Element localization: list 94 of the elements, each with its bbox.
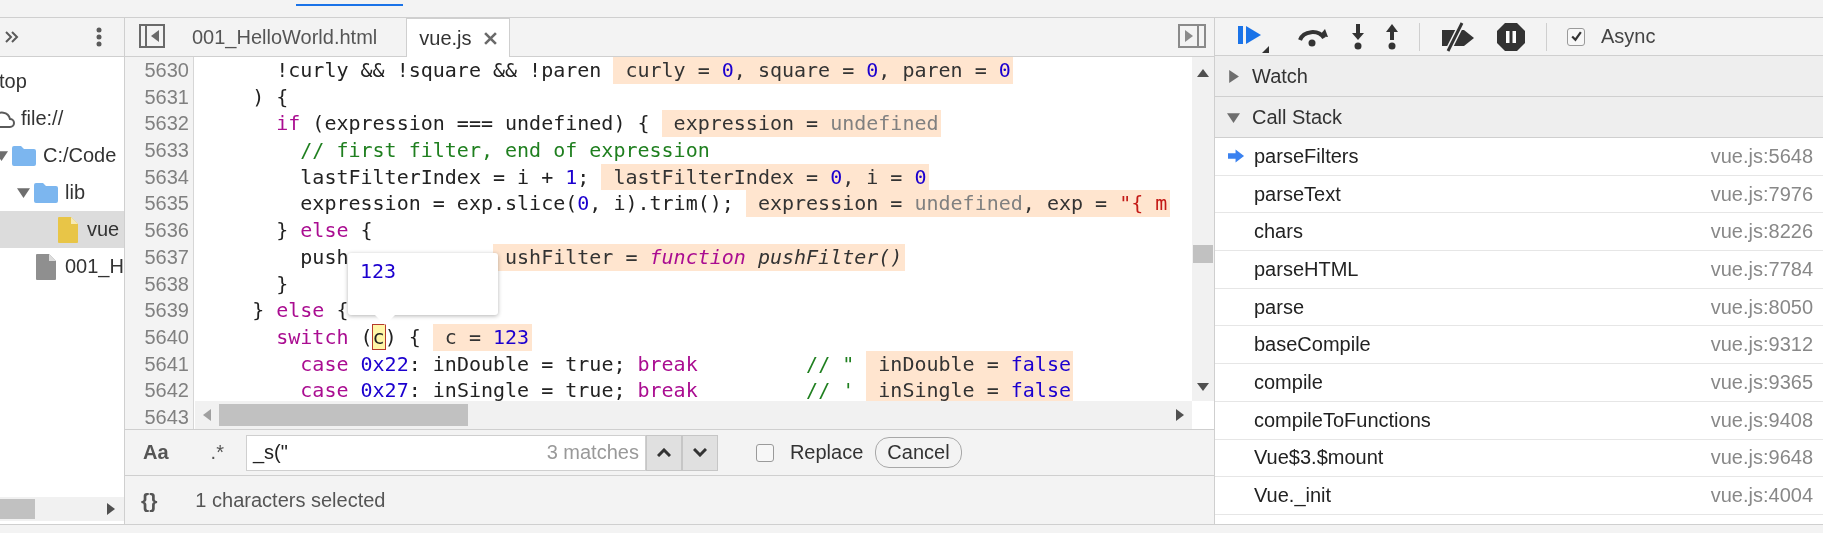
selection-status: 1 characters selected: [195, 489, 386, 512]
code-line: case 0x22: inDouble = true; break // ": [299, 350, 855, 378]
file-tab[interactable]: 001_HelloWorld.html: [179, 18, 391, 56]
file-icon: [57, 215, 79, 244]
async-label: Async: [1601, 25, 1656, 48]
call-frame[interactable]: compileToFunctions vue.js:9408: [1215, 401, 1823, 440]
code-line: !curly && !square && !paren: [275, 57, 602, 84]
file-icon: [35, 252, 57, 281]
line-number: 5630: [143, 58, 190, 83]
pause-exceptions-icon[interactable]: [1496, 21, 1526, 52]
chevrons-icon[interactable]: [4, 30, 20, 44]
call-frame[interactable]: Vue._init vue.js:4004: [1215, 477, 1823, 515]
line-number: 5635: [143, 191, 190, 217]
inline-value: c = 123: [432, 323, 532, 351]
code-line: } else {: [275, 217, 373, 244]
replace-checkbox[interactable]: [755, 443, 774, 462]
code-line: }: [275, 270, 289, 298]
line-number: 5633: [143, 138, 190, 164]
search-field[interactable]: _s(" 3 matches: [245, 434, 646, 471]
line-number: 5642: [143, 378, 190, 404]
deactivate-breakpoints-icon[interactable]: [1440, 20, 1476, 53]
line-number: 5631: [143, 84, 190, 110]
tree-item[interactable]: top: [0, 63, 124, 100]
call-frame[interactable]: parseFilters vue.js:5648: [1215, 138, 1823, 176]
code-line: push: [299, 243, 349, 271]
up-arrow-icon[interactable]: [1197, 69, 1209, 77]
inline-value: ushFilter = function pushFilter(): [493, 243, 905, 271]
line-number: 5634: [143, 164, 190, 190]
tree-item[interactable]: C:/Code: [0, 137, 124, 174]
inline-value: inDouble = false: [866, 350, 1074, 378]
line-number: 5639: [143, 298, 190, 324]
sidebar-toggle-icon[interactable]: [139, 24, 165, 48]
right-arrow-icon[interactable]: [107, 503, 115, 515]
expand-icon[interactable]: [16, 186, 30, 199]
cancel-button[interactable]: Cancel: [875, 437, 962, 468]
code-line: if (expression === undefined) {: [275, 110, 650, 138]
code-line: ) {: [251, 83, 289, 111]
down-triangle-icon: [1227, 110, 1240, 124]
line-number: 5638: [143, 271, 190, 297]
up-caret-icon[interactable]: [656, 448, 671, 457]
folder-icon: [33, 181, 59, 204]
tree-item[interactable]: file://: [0, 100, 124, 137]
tree-item[interactable]: lib: [0, 174, 124, 211]
code-line: switch (c) {: [275, 323, 421, 351]
scrollbar-thumb[interactable]: [1193, 245, 1213, 263]
previous-match-button[interactable]: [645, 434, 682, 471]
code-line: expression = exp.slice(0, i).trim();: [299, 190, 734, 218]
line-number: 5640: [143, 324, 190, 350]
more-icon[interactable]: [96, 27, 102, 47]
line-number: 5632: [143, 111, 190, 137]
call-frame[interactable]: compile vue.js:9365: [1215, 364, 1823, 402]
call-frame[interactable]: baseCompile vue.js:9312: [1215, 326, 1823, 365]
call-frame[interactable]: chars vue.js:8226: [1215, 213, 1823, 252]
step-out-icon[interactable]: [1385, 22, 1399, 51]
scrollbar[interactable]: [195, 401, 1192, 429]
section-header[interactable]: Call Stack: [1215, 97, 1823, 138]
code-line: lastFilterIndex = i + 1;: [299, 163, 590, 191]
inline-value: expression = undefined, exp = "{ m: [745, 190, 1170, 218]
tree-item[interactable]: vue: [0, 211, 124, 248]
right-triangle-icon: [1227, 69, 1240, 83]
close-icon[interactable]: [483, 31, 497, 45]
next-match-button[interactable]: [681, 434, 718, 471]
down-caret-icon[interactable]: [692, 448, 707, 457]
section-header[interactable]: Watch: [1215, 56, 1823, 97]
regex-toggle[interactable]: .*: [204, 437, 230, 468]
call-frame[interactable]: parseText vue.js:7976: [1215, 175, 1823, 214]
code-line: } else {: [251, 297, 349, 324]
line-number: 5637: [143, 244, 190, 270]
match-case-toggle[interactable]: Aa: [137, 437, 175, 468]
format-button[interactable]: {}: [137, 486, 162, 515]
call-frame[interactable]: parseHTML vue.js:7784: [1215, 251, 1823, 289]
down-arrow-icon[interactable]: [1197, 383, 1209, 391]
tree-item[interactable]: 001_H: [0, 248, 124, 285]
inline-value: inSingle = false: [866, 377, 1074, 404]
scrollbar[interactable]: [0, 497, 124, 521]
inline-value: curly = 0, square = 0, paren = 0: [613, 57, 1014, 84]
code-line: // first filter, end of expression: [299, 137, 710, 164]
sidebar-toggle-icon[interactable]: [1178, 24, 1206, 48]
inline-value: lastFilterIndex = 0, i = 0: [601, 163, 929, 191]
value-tooltip: 123: [348, 253, 498, 325]
call-frame[interactable]: Vue$3.$mount vue.js:9648: [1215, 439, 1823, 478]
inline-value: expression = undefined: [661, 110, 941, 138]
folder-icon: [11, 144, 37, 167]
line-number: 5636: [143, 218, 190, 244]
async-checkbox[interactable]: [1567, 27, 1585, 46]
replace-label: Replace: [789, 441, 864, 464]
line-number: 5643: [143, 404, 190, 429]
call-frame[interactable]: parse vue.js:8050: [1215, 288, 1823, 327]
file-tab[interactable]: vue.js: [406, 18, 510, 57]
step-into-icon[interactable]: [1351, 22, 1365, 51]
right-arrow-icon[interactable]: [1176, 409, 1184, 421]
code-line: case 0x27: inSingle = true; break // ': [299, 377, 855, 404]
scrollbar[interactable]: [1192, 57, 1214, 401]
line-number: 5641: [143, 351, 190, 377]
